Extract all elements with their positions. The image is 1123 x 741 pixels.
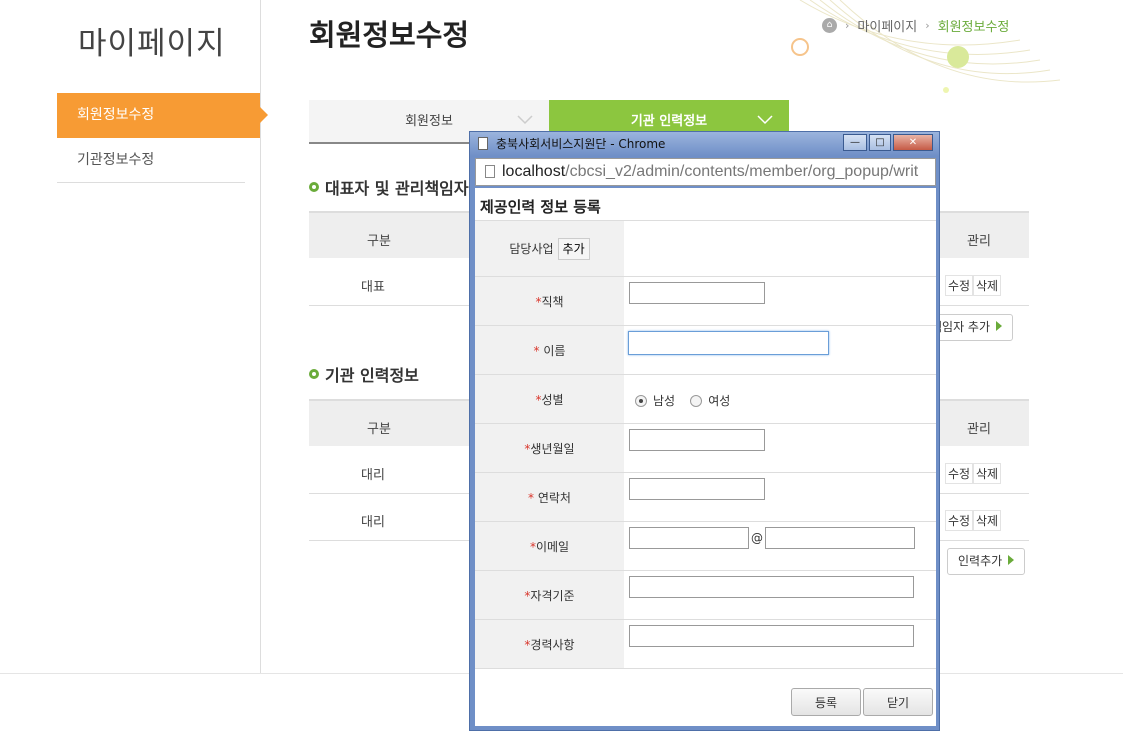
tab-label: 기관 인력정보 — [630, 114, 708, 129]
position-input[interactable] — [629, 282, 765, 304]
radio-female[interactable] — [690, 394, 703, 407]
form-row-gender: *성별 남성 여성 — [475, 375, 936, 424]
label-text: 담당사업 — [509, 242, 554, 256]
tab-label: 회원정보 — [405, 114, 453, 129]
table-cell-type: 대리 — [361, 515, 385, 530]
table-cell-type: 대표 — [361, 280, 385, 295]
label-text: 생년월일 — [530, 441, 575, 456]
popup-window: 충북사회서비스지원단 - Chrome — □ ✕ localhost/cbcs… — [469, 131, 940, 731]
close-button[interactable]: 닫기 — [863, 688, 933, 716]
form-row-business: 담당사업 추가 — [475, 221, 936, 277]
chevron-right-icon: › — [925, 19, 930, 32]
gender-radio-group: 남성 여성 — [635, 390, 740, 409]
section-title-representative: 대표자 및 관리책임자 — [309, 175, 469, 199]
delete-button[interactable]: 삭제 — [973, 463, 1002, 484]
section-title-staff: 기관 인력정보 — [309, 362, 419, 386]
section-title-text: 대표자 및 관리책임자 — [325, 179, 469, 198]
decorative-flowers — [791, 0, 1061, 93]
col-header-type: 구분 — [367, 422, 391, 437]
home-icon[interactable]: ⌂ — [822, 18, 837, 33]
edit-button[interactable]: 수정 — [945, 275, 974, 296]
radio-label-male: 남성 — [653, 394, 676, 408]
add-staff-button[interactable]: 인력추가 — [947, 548, 1026, 575]
field-label: * 이름 — [475, 326, 624, 374]
url-host: localhost — [502, 163, 566, 180]
chevron-down-icon — [757, 115, 773, 125]
register-button[interactable]: 등록 — [791, 688, 861, 716]
table-cell-type: 대리 — [361, 468, 385, 483]
field-label: *자격기준 — [475, 571, 624, 619]
form-row-name: * 이름 — [475, 326, 936, 375]
col-header-manage: 관리 — [967, 234, 991, 249]
form-row-qualification: *자격기준 — [475, 571, 936, 620]
email-domain-input[interactable] — [765, 527, 915, 549]
page-icon — [478, 137, 488, 150]
edit-button[interactable]: 수정 — [945, 510, 974, 531]
form-row-email: *이메일 @ — [475, 522, 936, 571]
career-input[interactable] — [629, 625, 914, 647]
breadcrumb: ⌂ › 마이페이지 › 회원정보수정 — [822, 16, 1009, 35]
sidebar-title: 마이페이지 — [78, 26, 226, 62]
button-label: 인력추가 — [958, 554, 1003, 568]
label-text: 자격기준 — [530, 588, 575, 603]
arrow-right-icon — [1008, 555, 1015, 565]
window-title: 충북사회서비스지원단 - Chrome — [496, 137, 666, 151]
page-title: 회원정보수정 — [309, 18, 470, 52]
email-user-input[interactable] — [629, 527, 749, 549]
label-text: 연락처 — [534, 490, 571, 505]
close-icon[interactable]: ✕ — [893, 134, 933, 151]
birthdate-input[interactable] — [629, 429, 765, 451]
breadcrumb-mypage[interactable]: 마이페이지 — [857, 16, 917, 35]
edit-button[interactable]: 수정 — [945, 463, 974, 484]
maximize-icon[interactable]: □ — [869, 134, 891, 151]
sidebar-divider — [260, 0, 261, 673]
sidebar-item-org-edit[interactable]: 기관정보수정 — [57, 138, 245, 183]
label-text: 이메일 — [535, 539, 570, 554]
label-text: 경력사항 — [530, 637, 575, 652]
window-titlebar[interactable]: 충북사회서비스지원단 - Chrome — □ ✕ — [470, 132, 939, 156]
form-row-career: *경력사항 — [475, 620, 936, 669]
section-title-text: 기관 인력정보 — [325, 366, 419, 385]
add-business-button[interactable]: 추가 — [557, 237, 590, 260]
field-label: *경력사항 — [475, 620, 624, 668]
form-row-birth: *생년월일 — [475, 424, 936, 473]
field-label: * 연락처 — [475, 473, 624, 521]
radio-label-female: 여성 — [708, 394, 731, 408]
form-title: 제공인력 정보 등록 — [480, 198, 601, 216]
phone-input[interactable] — [629, 478, 765, 500]
minimize-icon[interactable]: — — [843, 134, 867, 151]
breadcrumb-current[interactable]: 회원정보수정 — [938, 16, 1010, 35]
arrow-right-icon — [996, 321, 1003, 331]
qualification-input[interactable] — [629, 576, 914, 598]
page-icon — [485, 165, 495, 178]
popup-content: 제공인력 정보 등록 담당사업 추가 *직책 * 이름 *성별 남성 여성 *생… — [475, 188, 936, 726]
radio-male[interactable] — [635, 394, 647, 407]
url-bar[interactable]: localhost/cbcsi_v2/admin/contents/member… — [475, 158, 936, 186]
field-label: *생년월일 — [475, 424, 624, 472]
col-header-manage: 관리 — [967, 422, 991, 437]
sidebar-item-member-edit[interactable]: 회원정보수정 — [57, 93, 268, 138]
form-row-phone: * 연락처 — [475, 473, 936, 522]
field-label: *성별 — [475, 375, 624, 423]
field-label: *이메일 — [475, 522, 624, 570]
delete-button[interactable]: 삭제 — [973, 510, 1002, 531]
form-row-position: *직책 — [475, 277, 936, 326]
name-input[interactable] — [628, 331, 829, 355]
bullet-icon — [309, 182, 319, 192]
label-text: 직책 — [541, 294, 564, 309]
bullet-icon — [309, 369, 319, 379]
email-at-sign: @ — [751, 531, 763, 545]
delete-button[interactable]: 삭제 — [973, 275, 1002, 296]
sidebar-menu: 회원정보수정 기관정보수정 — [57, 93, 268, 183]
chevron-right-icon: › — [845, 19, 850, 32]
label-text: 이름 — [539, 343, 566, 358]
field-label: 담당사업 추가 — [475, 221, 624, 276]
label-text: 성별 — [541, 392, 564, 407]
chevron-down-icon — [517, 115, 533, 125]
url-path: /cbcsi_v2/admin/contents/member/org_popu… — [565, 163, 919, 180]
field-label: *직책 — [475, 277, 624, 325]
col-header-type: 구분 — [367, 234, 391, 249]
